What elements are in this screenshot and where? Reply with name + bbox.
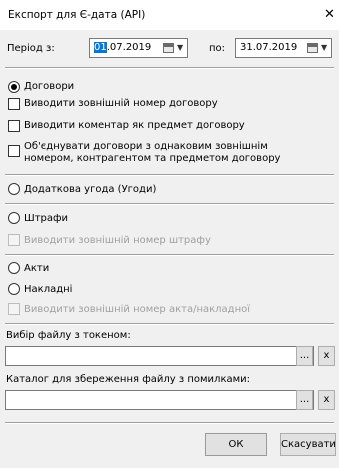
acts-ext-number-label: Виводити зовнішній номер акта/накладної: [24, 304, 251, 315]
acts-label[interactable]: Акти: [24, 263, 49, 274]
fines-ext-number-checkbox[interactable]: [8, 234, 20, 246]
ok-button[interactable]: ОК: [205, 433, 267, 456]
token-file-input[interactable]: [5, 346, 314, 366]
error-dir-clear-button[interactable]: x: [318, 390, 335, 410]
cancel-button[interactable]: Скасувати: [280, 433, 336, 456]
error-dir-label: Каталог для збереження файлу з помилками…: [6, 374, 251, 385]
supplementary-radio[interactable]: [8, 183, 20, 195]
separator: [5, 254, 334, 256]
separator: [5, 422, 334, 424]
token-browse-button[interactable]: ...: [296, 346, 313, 366]
contracts-radio[interactable]: [8, 81, 20, 93]
error-dir-input[interactable]: [5, 390, 314, 410]
contracts-comment-label[interactable]: Виводити коментар як предмет договору: [24, 120, 245, 131]
contracts-label[interactable]: Договори: [24, 81, 74, 92]
contracts-comment-checkbox[interactable]: [8, 120, 20, 132]
supplementary-label[interactable]: Додаткова угода (Угоди): [24, 184, 156, 195]
fines-ext-number-label: Виводити зовнішній номер штрафу: [24, 235, 211, 246]
period-from-rest: .07.2019: [106, 42, 152, 53]
close-icon[interactable]: ✕: [324, 7, 335, 22]
window-title: Експорт для Є-дата (API): [8, 9, 146, 21]
token-clear-button[interactable]: x: [318, 346, 335, 366]
calendar-icon[interactable]: [163, 43, 174, 53]
fines-label[interactable]: Штрафи: [24, 213, 68, 224]
period-to-value: 31.07.2019: [240, 42, 298, 53]
fines-radio[interactable]: [8, 212, 20, 224]
period-from-day: 01: [94, 42, 107, 53]
token-file-label: Вибір файлу з токеном:: [6, 330, 131, 341]
contracts-ext-number-label[interactable]: Виводити зовнішній номер договору: [24, 98, 218, 109]
chevron-down-icon[interactable]: ▼: [321, 43, 327, 52]
chevron-down-icon[interactable]: ▼: [177, 43, 183, 52]
period-to-label: по:: [209, 43, 226, 54]
separator: [5, 323, 334, 325]
error-dir-browse-button[interactable]: ...: [296, 390, 313, 410]
separator: [5, 67, 334, 69]
separator: [5, 203, 334, 205]
acts-ext-number-checkbox[interactable]: [8, 303, 20, 315]
export-dialog: Експорт для Є-дата (API) ✕ Період з: 01.…: [0, 0, 339, 468]
title-bar: Експорт для Є-дата (API) ✕: [0, 0, 339, 30]
contracts-merge-label-line2[interactable]: номером, контрагентом та предметом догов…: [24, 153, 280, 164]
calendar-icon[interactable]: [307, 43, 318, 53]
period-from-label: Період з:: [7, 43, 55, 54]
period-from-field[interactable]: 01.07.2019 ▼: [89, 38, 188, 58]
contracts-merge-label-line1[interactable]: Об'єднувати договори з однаковим зовнішн…: [24, 141, 268, 152]
separator: [5, 174, 334, 176]
invoices-label[interactable]: Накладні: [24, 284, 72, 295]
invoices-radio[interactable]: [8, 283, 20, 295]
period-to-field[interactable]: 31.07.2019 ▼: [235, 38, 332, 58]
contracts-ext-number-checkbox[interactable]: [8, 98, 20, 110]
acts-radio[interactable]: [8, 262, 20, 274]
contracts-merge-checkbox[interactable]: [8, 145, 20, 157]
